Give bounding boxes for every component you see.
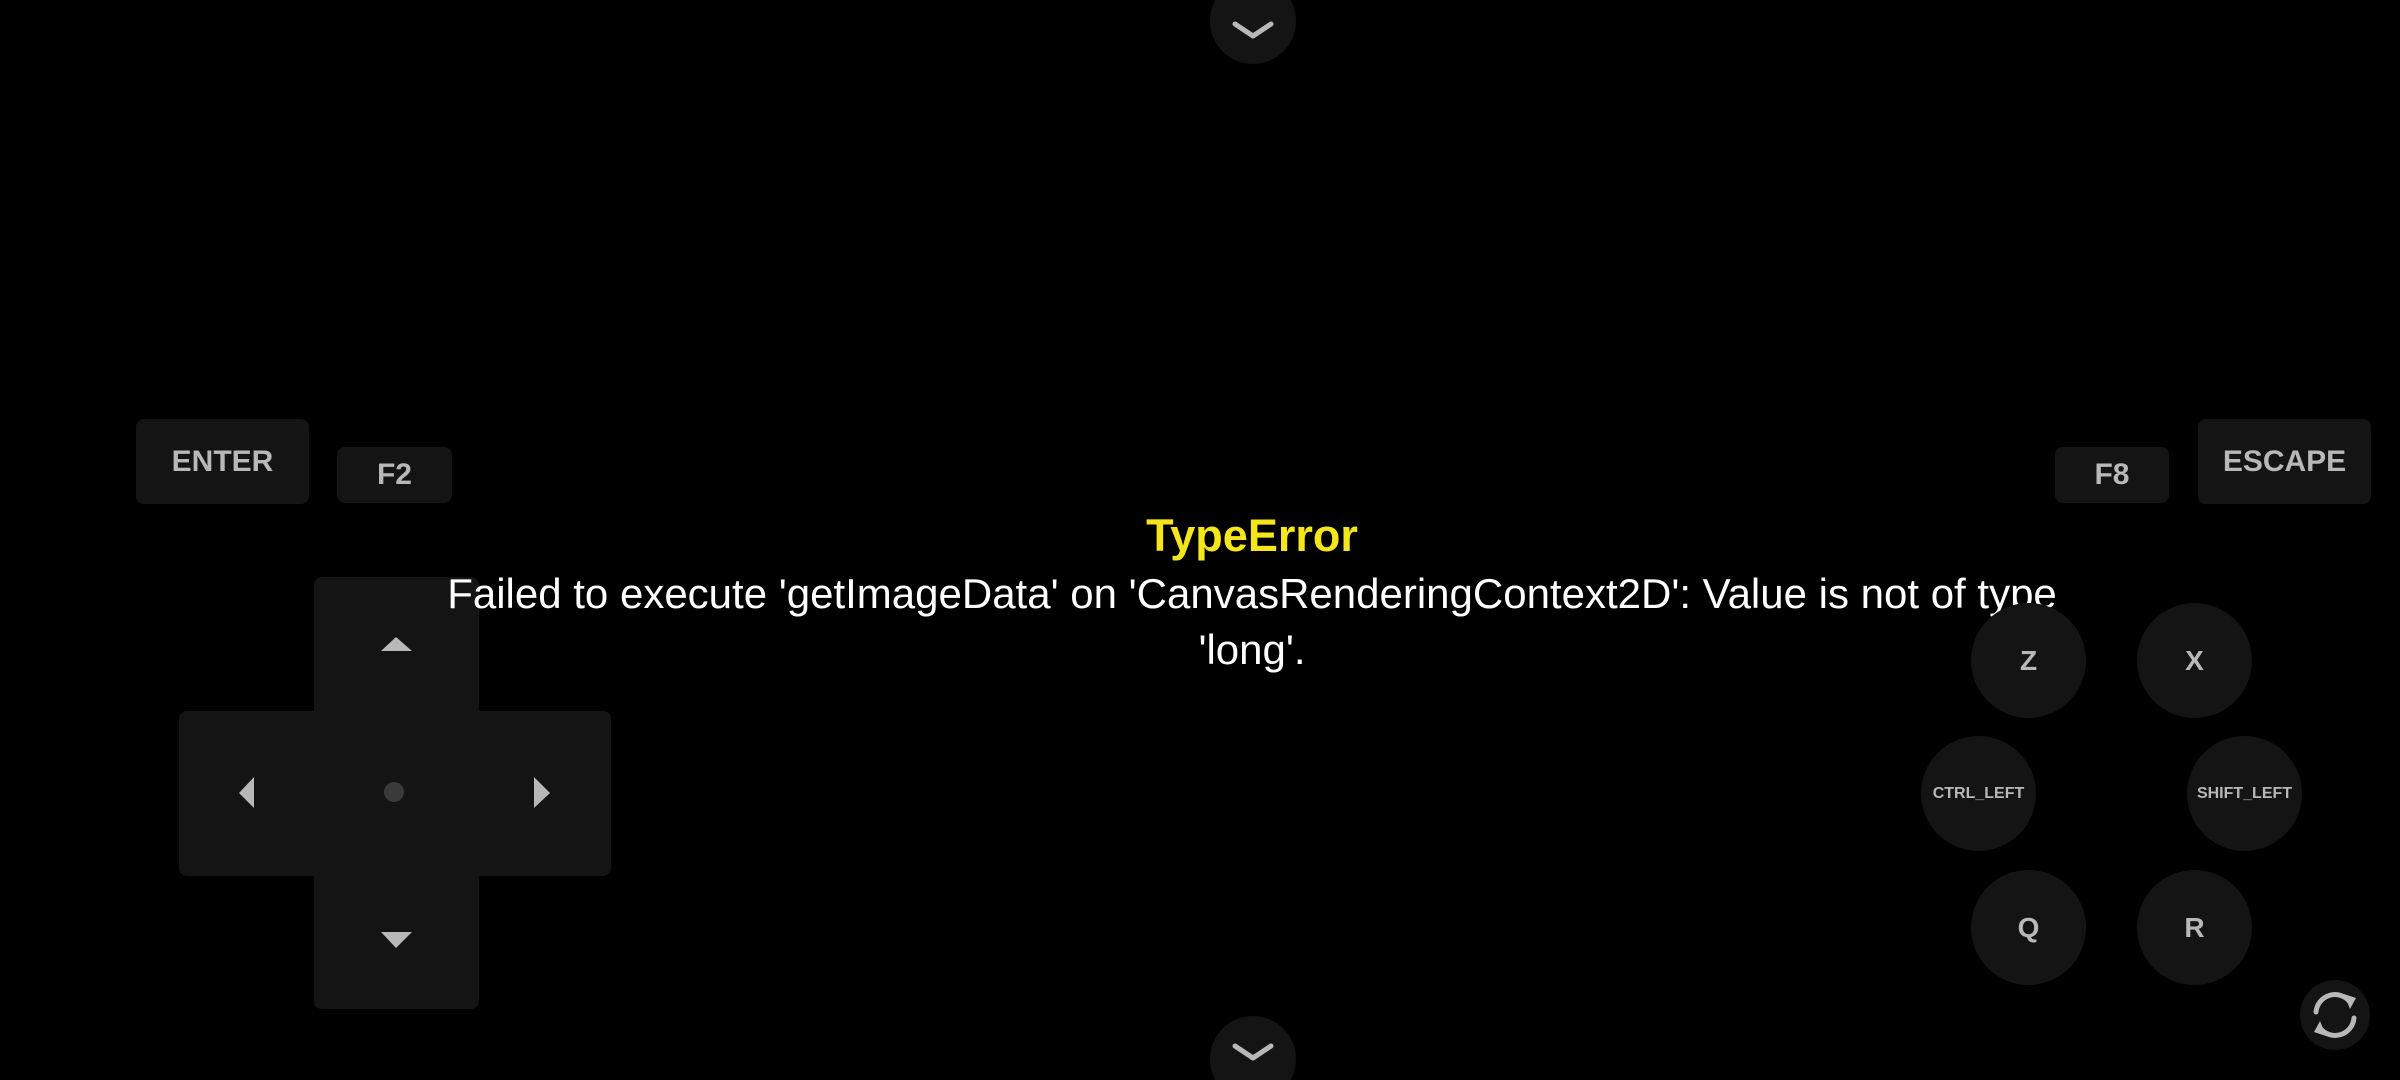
q-key-label: Q: [2017, 911, 2040, 943]
dpad-down-button[interactable]: [314, 876, 479, 1009]
f8-key-label: F8: [2094, 458, 2130, 491]
arrow-left-icon: [239, 777, 254, 808]
dpad-right-button[interactable]: [479, 711, 611, 876]
error-title: TypeError: [1146, 510, 1358, 561]
z-key-label: Z: [2019, 644, 2038, 676]
shift-left-key-button[interactable]: SHIFT_LEFT: [2187, 736, 2302, 851]
dpad-center-dot: [384, 782, 404, 802]
chevron-down-icon: [1232, 1043, 1274, 1061]
enter-key-button[interactable]: ENTER: [136, 419, 309, 504]
x-key-button[interactable]: X: [2137, 603, 2252, 718]
chevron-down-icon: [1232, 21, 1274, 39]
bottom-toggle-button[interactable]: [1210, 1016, 1296, 1080]
rotate-button[interactable]: [2300, 980, 2370, 1050]
ctrl-left-key-label: CTRL_LEFT: [1932, 784, 2025, 802]
escape-key-label: ESCAPE: [2222, 444, 2347, 478]
rotate-icon: [2313, 992, 2357, 1038]
game-screen[interactable]: ENTER F2 F8 ESCAPE TypeError Failed to e…: [0, 0, 2400, 1080]
z-key-button[interactable]: Z: [1971, 603, 2086, 718]
ctrl-left-key-button[interactable]: CTRL_LEFT: [1921, 736, 2036, 851]
x-key-label: X: [2185, 644, 2204, 676]
r-key-button[interactable]: R: [2137, 870, 2252, 985]
escape-key-button[interactable]: ESCAPE: [2198, 419, 2371, 504]
shift-left-key-label: SHIFT_LEFT: [2196, 784, 2293, 802]
dpad-left-button[interactable]: [179, 711, 314, 876]
arrow-right-icon: [534, 777, 550, 808]
f8-key-button[interactable]: F8: [2055, 447, 2169, 503]
f2-key-button[interactable]: F2: [337, 447, 452, 503]
error-message: Failed to execute 'getImageData' on 'Can…: [447, 570, 2057, 673]
top-toggle-button[interactable]: [1210, 0, 1296, 64]
r-key-label: R: [2184, 911, 2205, 943]
enter-key-label: ENTER: [171, 444, 274, 478]
q-key-button[interactable]: Q: [1971, 870, 2086, 985]
f2-key-label: F2: [376, 458, 412, 491]
arrow-down-icon: [381, 932, 412, 948]
